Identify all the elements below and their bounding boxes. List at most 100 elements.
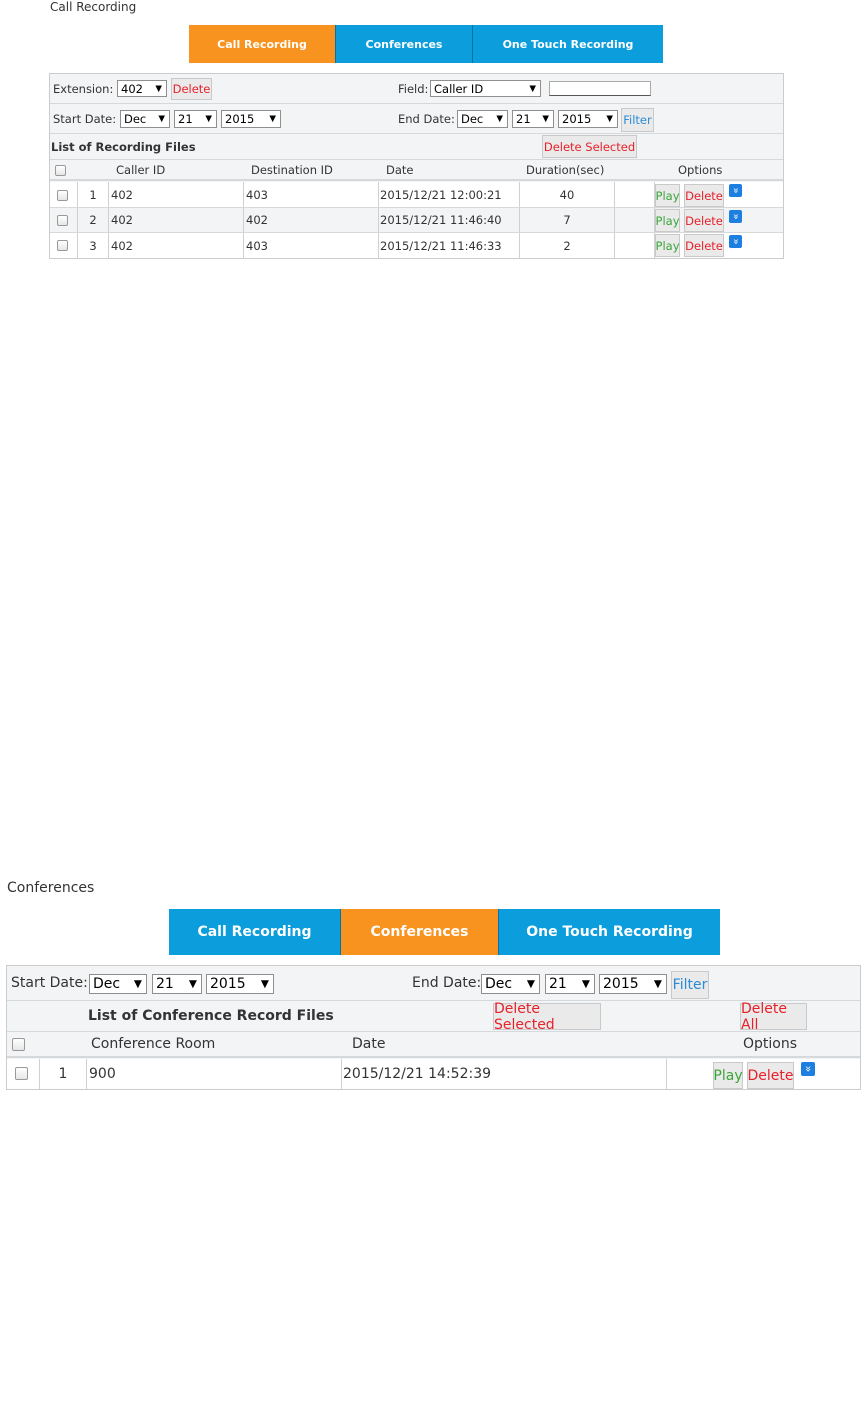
- filter-button[interactable]: Filter: [671, 971, 709, 999]
- start-month-select[interactable]: Dec ▼: [89, 974, 147, 994]
- delete-selected-button[interactable]: Delete Selected: [542, 135, 637, 158]
- tab-call-recording[interactable]: Call Recording: [189, 25, 336, 63]
- chevron-down-icon: ▼: [606, 114, 613, 124]
- end-day-select[interactable]: 21 ▼: [545, 974, 595, 994]
- row-checkbox[interactable]: [57, 215, 68, 226]
- caller-id-cell: 402: [109, 208, 244, 232]
- end-date-label: End Date:: [398, 112, 455, 126]
- start-year-value: 2015: [210, 976, 246, 992]
- chevron-down-icon: ▼: [496, 114, 503, 124]
- field-search-input[interactable]: [549, 81, 651, 96]
- list-title: List of Recording Files: [51, 140, 196, 154]
- delete-selected-button[interactable]: Delete Selected: [493, 1001, 601, 1033]
- tab-conferences[interactable]: Conferences: [336, 25, 473, 63]
- page-title: Conferences: [7, 880, 95, 896]
- start-month-select[interactable]: Dec ▼: [120, 110, 170, 128]
- chevron-down-icon: ▼: [133, 978, 142, 990]
- start-year-select[interactable]: 2015 ▼: [221, 110, 281, 128]
- caller-id-cell: 402: [109, 182, 244, 207]
- end-year-select[interactable]: 2015 ▼: [558, 110, 618, 128]
- delete-button[interactable]: Delete: [747, 1062, 794, 1089]
- caller-id-cell: 402: [109, 233, 244, 258]
- duration-cell: 40: [520, 182, 615, 207]
- end-year-value: 2015: [562, 112, 592, 126]
- tab-bar: Call Recording Conferences One Touch Rec…: [189, 25, 663, 63]
- conference-panel: Start Date: Dec ▼ 21 ▼ 2015 ▼ End Date: Dec…: [6, 965, 861, 1090]
- extension-select[interactable]: 402 ▼: [117, 80, 167, 97]
- row-select-cell: [50, 233, 78, 258]
- list-title-row: List of Conference Record Files Delete S…: [7, 1001, 860, 1033]
- extension-label: Extension:: [53, 82, 114, 96]
- extension-value: 402: [121, 81, 143, 96]
- end-day-value: 21: [549, 976, 567, 992]
- field-select[interactable]: Caller ID ▼: [430, 80, 541, 97]
- row-select-cell: [7, 1059, 40, 1089]
- filter-button[interactable]: Filter: [621, 108, 654, 132]
- chevron-down-icon: ▼: [158, 114, 165, 124]
- start-date-label: Start Date:: [11, 975, 88, 991]
- select-all-checkbox[interactable]: [12, 1038, 25, 1051]
- start-year-select[interactable]: 2015 ▼: [206, 974, 274, 994]
- row-checkbox[interactable]: [15, 1067, 28, 1080]
- chevron-down-icon: ▼: [529, 83, 536, 94]
- end-year-select[interactable]: 2015 ▼: [599, 974, 667, 994]
- recording-panel: Extension: 402 ▼ Delete Field: Caller ID ▼…: [49, 73, 784, 259]
- tab-one-touch-recording[interactable]: One Touch Recording: [473, 25, 663, 63]
- column-header: Options: [743, 1036, 798, 1052]
- row-number: 3: [78, 233, 109, 258]
- play-button[interactable]: Play: [655, 209, 680, 232]
- row-select-cell: [50, 182, 78, 207]
- delete-button[interactable]: Delete: [684, 184, 724, 207]
- end-date-label: End Date:: [412, 975, 482, 991]
- delete-all-button[interactable]: Delete All: [740, 1001, 807, 1033]
- start-day-value: 21: [156, 976, 174, 992]
- download-icon[interactable]: »: [729, 235, 742, 248]
- column-header: Options: [678, 163, 723, 177]
- play-button[interactable]: Play: [655, 234, 680, 257]
- date-cell: 2015/12/21 11:46:40: [379, 208, 520, 232]
- chevron-down-icon: ▼: [188, 978, 197, 990]
- column-header: Duration(sec): [526, 163, 605, 177]
- chevron-down-icon: ▼: [205, 114, 212, 124]
- delete-extension-button[interactable]: Delete: [171, 78, 212, 100]
- delete-button[interactable]: Delete: [684, 234, 724, 257]
- table-header: Conference Room Date Options: [7, 1032, 860, 1058]
- tab-one-touch-recording[interactable]: One Touch Recording: [499, 909, 720, 955]
- download-icon[interactable]: »: [729, 210, 742, 223]
- select-all-checkbox[interactable]: [55, 165, 66, 176]
- spacer-cell: [615, 182, 655, 207]
- download-icon[interactable]: »: [801, 1062, 815, 1076]
- start-day-value: 21: [178, 112, 193, 126]
- play-button[interactable]: Play: [655, 184, 680, 207]
- download-icon[interactable]: »: [729, 184, 742, 197]
- date-filter-row: Start Date: Dec ▼ 21 ▼ 2015 ▼ End Date: Dec…: [50, 104, 783, 134]
- row-checkbox[interactable]: [57, 190, 68, 201]
- start-month-value: Dec: [93, 976, 121, 992]
- chevron-down-icon: ▼: [260, 978, 269, 990]
- delete-button[interactable]: Delete: [684, 209, 724, 232]
- end-month-select[interactable]: Dec ▼: [457, 110, 508, 128]
- end-day-value: 21: [516, 112, 531, 126]
- table-row: 2 402 402 2015/12/21 11:46:40 7 Play Del…: [50, 208, 783, 233]
- start-day-select[interactable]: 21 ▼: [152, 974, 202, 994]
- duration-cell: 7: [520, 208, 615, 232]
- list-title: List of Conference Record Files: [88, 1008, 334, 1024]
- tab-call-recording[interactable]: Call Recording: [169, 909, 341, 955]
- end-month-value: Dec: [461, 112, 484, 126]
- row-number: 1: [78, 182, 109, 207]
- start-day-select[interactable]: 21 ▼: [174, 110, 217, 128]
- row-select-cell: [50, 208, 78, 232]
- table-row: 1 900 2015/12/21 14:52:39 Play Delete »: [7, 1059, 860, 1089]
- tab-conferences[interactable]: Conferences: [341, 909, 499, 955]
- column-header: Caller ID: [116, 163, 166, 177]
- date-filter-row: Start Date: Dec ▼ 21 ▼ 2015 ▼ End Date: Dec…: [7, 966, 860, 1001]
- end-day-select[interactable]: 21 ▼: [512, 110, 554, 128]
- row-checkbox[interactable]: [57, 240, 68, 251]
- end-month-select[interactable]: Dec ▼: [481, 974, 540, 994]
- table-row: 1 402 403 2015/12/21 12:00:21 40 Play De…: [50, 182, 783, 208]
- date-cell: 2015/12/21 11:46:33: [379, 233, 520, 258]
- table-header: Caller ID Destination ID Date Duration(s…: [50, 160, 783, 181]
- duration-cell: 2: [520, 233, 615, 258]
- play-button[interactable]: Play: [713, 1062, 743, 1089]
- start-date-label: Start Date:: [53, 112, 117, 126]
